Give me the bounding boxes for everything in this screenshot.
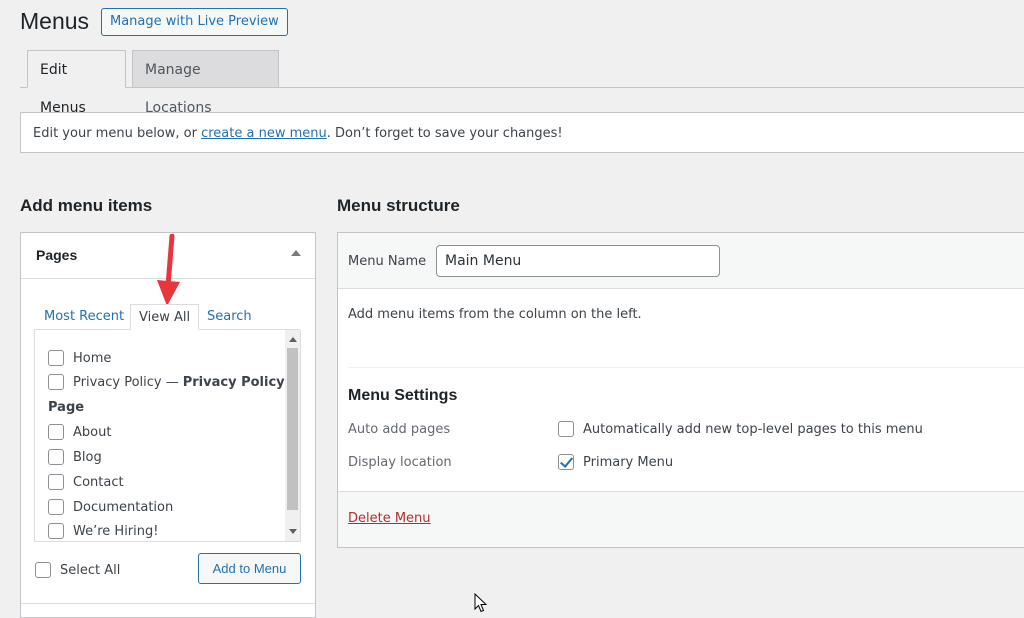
pages-list: Home Privacy Policy — Privacy Policy Pag… [34, 330, 301, 542]
delete-menu-link[interactable]: Delete Menu [348, 511, 431, 526]
primary-menu-label: Primary Menu [583, 454, 674, 470]
page-label: We’re Hiring! [73, 523, 159, 539]
add-to-menu-button[interactable]: Add to Menu [198, 553, 301, 584]
list-item[interactable]: We’re Hiring! [48, 521, 158, 541]
scroll-up-arrow-icon[interactable] [289, 337, 297, 342]
page-checkbox[interactable] [48, 350, 64, 366]
menu-instructions: Add menu items from the column on the le… [348, 307, 642, 322]
page-label-bold: Privacy Policy [182, 374, 285, 390]
menu-structure-panel: Menu Name Add menu items from the column… [337, 232, 1024, 548]
list-item[interactable]: Documentation [48, 497, 173, 517]
settings-divider [348, 367, 1024, 368]
tab-view-all[interactable]: View All [130, 304, 200, 330]
page-label: Privacy Policy — [73, 374, 179, 390]
list-item[interactable]: Privacy Policy — Privacy Policy [48, 372, 285, 392]
add-menu-items-title: Add menu items [20, 196, 153, 215]
primary-menu-checkbox[interactable] [558, 454, 574, 470]
scrollbar-thumb[interactable] [287, 348, 298, 510]
list-item[interactable]: Contact [48, 472, 124, 492]
page-checkbox[interactable] [48, 499, 64, 515]
pages-panel-title: Pages [36, 247, 78, 263]
menu-name-label: Menu Name [348, 254, 427, 269]
select-all-checkbox[interactable] [35, 562, 51, 578]
page-checkbox[interactable] [48, 374, 64, 390]
tab-most-recent[interactable]: Most Recent [36, 304, 132, 330]
page-checkbox[interactable] [48, 474, 64, 490]
menu-name-header: Menu Name [338, 233, 1024, 289]
tab-manage-locations[interactable]: Manage Locations [132, 50, 279, 116]
list-item[interactable]: About [48, 422, 111, 442]
page-label: About [73, 424, 112, 440]
page-checkbox[interactable] [48, 424, 64, 440]
page-checkbox[interactable] [48, 449, 64, 465]
mouse-cursor-icon [474, 593, 488, 613]
list-scrollbar[interactable] [285, 330, 300, 541]
auto-add-option[interactable]: Automatically add new top-level pages to… [558, 421, 923, 437]
list-item[interactable]: Blog [48, 447, 102, 467]
select-all[interactable]: Select All [35, 562, 120, 578]
page-checkbox[interactable] [48, 523, 64, 539]
notice-suffix: . Don’t forget to save your changes! [326, 126, 563, 141]
tab-search[interactable]: Search [199, 304, 260, 330]
tab-edit-menus[interactable]: Edit Menus [27, 50, 126, 116]
notice-bar: Edit your menu below, or create a new me… [20, 112, 1024, 153]
auto-add-checkbox[interactable] [558, 421, 574, 437]
page-label: Blog [73, 449, 102, 465]
page-label: Documentation [73, 499, 174, 515]
notice-prefix: Edit your menu below, or [33, 126, 202, 141]
page-label: Home [73, 350, 112, 366]
menu-structure-title: Menu structure [337, 196, 460, 215]
panel-divider [21, 603, 315, 604]
page-label: Contact [73, 474, 124, 490]
menu-footer: Delete Menu [338, 491, 1024, 547]
page-title: Menus [20, 8, 90, 34]
page-group-label: Page [48, 400, 85, 415]
display-location-label: Display location [348, 455, 452, 470]
display-location-option[interactable]: Primary Menu [558, 454, 673, 470]
list-item[interactable]: Home [48, 348, 111, 368]
scroll-down-arrow-icon[interactable] [289, 529, 297, 534]
auto-add-option-label: Automatically add new top-level pages to… [583, 421, 923, 437]
manage-live-preview-button[interactable]: Manage with Live Preview [101, 8, 288, 36]
create-new-menu-link[interactable]: create a new menu [201, 126, 327, 141]
select-all-label: Select All [60, 562, 121, 578]
red-annotation-arrow-icon [157, 234, 180, 306]
collapse-arrow-icon[interactable] [291, 250, 301, 256]
menu-name-input[interactable] [436, 245, 720, 277]
auto-add-label: Auto add pages [348, 422, 451, 437]
menu-settings-title: Menu Settings [348, 387, 458, 404]
